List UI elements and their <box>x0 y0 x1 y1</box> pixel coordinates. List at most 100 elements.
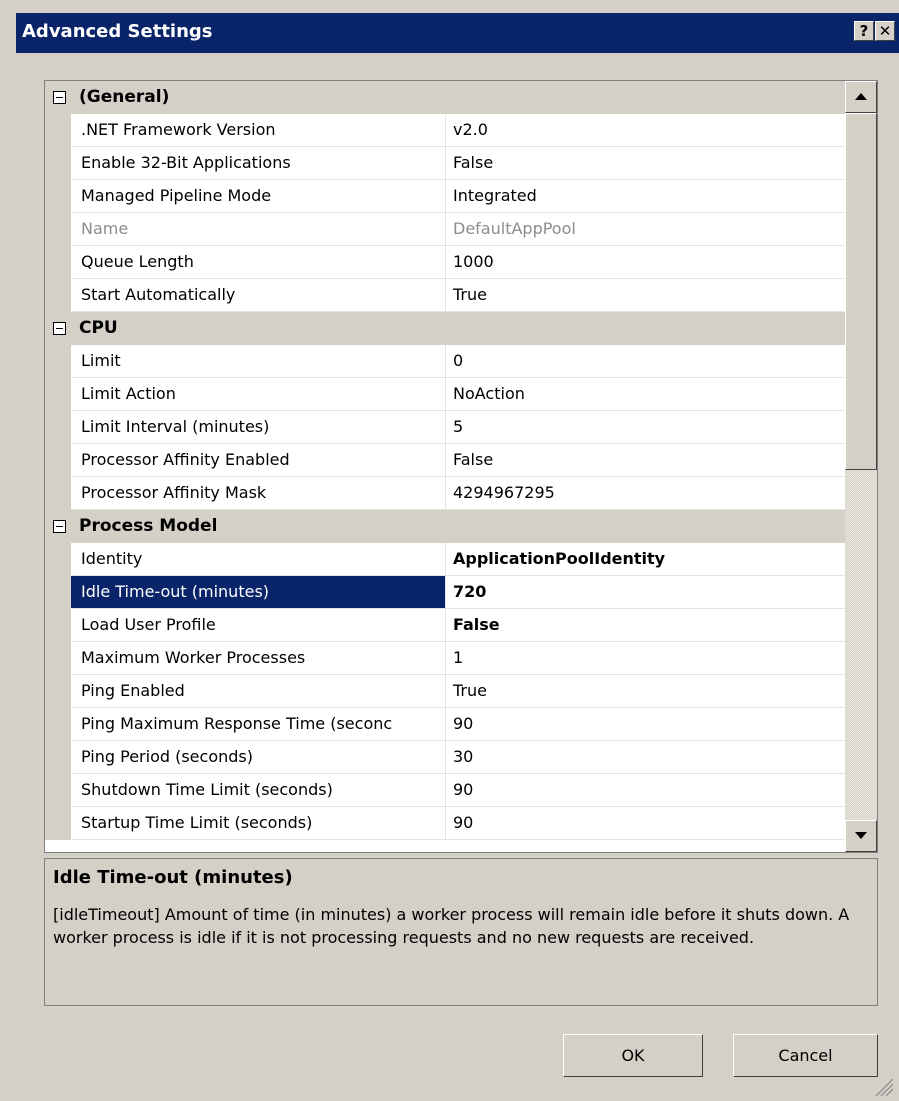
property-name-cell[interactable]: Startup Time Limit (seconds) <box>71 807 446 840</box>
property-name-cell[interactable]: Maximum Worker Processes <box>71 642 446 675</box>
scroll-down-button[interactable] <box>845 820 877 852</box>
property-name-cell[interactable]: Limit Interval (minutes) <box>71 411 446 444</box>
category-row[interactable]: (General) <box>45 81 845 114</box>
property-value-cell[interactable]: NoAction <box>446 378 845 411</box>
property-name-cell[interactable]: Ping Maximum Response Time (seconc <box>71 708 446 741</box>
property-value: 1 <box>453 648 464 667</box>
cancel-button[interactable]: Cancel <box>733 1034 878 1077</box>
row-margin <box>45 378 71 411</box>
property-row[interactable]: Ping Period (seconds) 30 <box>45 741 845 774</box>
property-name-cell[interactable]: Load User Profile <box>71 609 446 642</box>
property-row[interactable]: Queue Length 1000 <box>45 246 845 279</box>
property-value: False <box>453 615 500 634</box>
property-value-cell[interactable]: 90 <box>446 807 845 840</box>
property-value-cell[interactable]: v2.0 <box>446 114 845 147</box>
property-value-cell[interactable]: 4294967295 <box>446 477 845 510</box>
resize-grip-icon[interactable] <box>872 1075 894 1097</box>
row-margin <box>45 411 71 444</box>
property-row[interactable]: Enable 32-Bit Applications False <box>45 147 845 180</box>
property-row[interactable]: Limit Action NoAction <box>45 378 845 411</box>
property-name-cell[interactable]: Enable 32-Bit Applications <box>71 147 446 180</box>
vertical-scrollbar[interactable] <box>845 81 877 852</box>
property-row[interactable]: Managed Pipeline Mode Integrated <box>45 180 845 213</box>
property-name-cell[interactable]: Ping Period (seconds) <box>71 741 446 774</box>
scroll-up-button[interactable] <box>845 81 877 113</box>
description-text: [idleTimeout] Amount of time (in minutes… <box>53 905 850 947</box>
property-row[interactable]: Name DefaultAppPool <box>45 213 845 246</box>
help-button[interactable]: ? <box>854 21 874 41</box>
property-name-cell[interactable]: Managed Pipeline Mode <box>71 180 446 213</box>
property-name-cell[interactable]: Queue Length <box>71 246 446 279</box>
property-row[interactable]: Startup Time Limit (seconds) 90 <box>45 807 845 840</box>
property-name-cell[interactable]: Idle Time-out (minutes) <box>71 576 446 609</box>
property-value-cell[interactable]: 720 <box>446 576 845 609</box>
property-name: Idle Time-out (minutes) <box>81 582 270 601</box>
property-row[interactable]: Idle Time-out (minutes) 720 <box>45 576 845 609</box>
close-button[interactable]: ✕ <box>875 21 895 41</box>
collapse-icon[interactable] <box>53 520 66 533</box>
property-row[interactable]: Shutdown Time Limit (seconds) 90 <box>45 774 845 807</box>
property-value-cell[interactable]: True <box>446 279 845 312</box>
property-value-cell[interactable]: 30 <box>446 741 845 774</box>
property-row[interactable]: Load User Profile False <box>45 609 845 642</box>
property-value: True <box>453 285 487 304</box>
property-name-cell[interactable]: Shutdown Time Limit (seconds) <box>71 774 446 807</box>
ok-button[interactable]: OK <box>563 1034 703 1077</box>
property-row[interactable]: Identity ApplicationPoolIdentity <box>45 543 845 576</box>
property-value: True <box>453 681 487 700</box>
property-name: Managed Pipeline Mode <box>81 186 272 205</box>
property-value: NoAction <box>453 384 525 403</box>
property-grid: (General) .NET Framework Version v2.0 Enabl… <box>44 80 878 853</box>
property-name-cell[interactable]: Identity <box>71 543 446 576</box>
property-value-cell[interactable]: Integrated <box>446 180 845 213</box>
property-row[interactable]: Processor Affinity Enabled False <box>45 444 845 477</box>
property-name-cell[interactable]: Processor Affinity Mask <box>71 477 446 510</box>
category-row[interactable]: CPU <box>45 312 845 345</box>
property-value-cell[interactable]: True <box>446 675 845 708</box>
property-name: Maximum Worker Processes <box>81 648 306 667</box>
property-value: Integrated <box>453 186 537 205</box>
property-value-cell[interactable]: 90 <box>446 708 845 741</box>
property-value-cell[interactable]: False <box>446 609 845 642</box>
scroll-thumb[interactable] <box>845 113 877 470</box>
category-row[interactable]: Process Model <box>45 510 845 543</box>
property-name-cell[interactable]: Name <box>71 213 446 246</box>
property-value-cell[interactable]: 90 <box>446 774 845 807</box>
description-title: Idle Time-out (minutes) <box>53 867 293 888</box>
property-name-cell[interactable]: Start Automatically <box>71 279 446 312</box>
property-value-cell[interactable]: False <box>446 147 845 180</box>
property-name-cell[interactable]: .NET Framework Version <box>71 114 446 147</box>
row-margin <box>45 642 71 675</box>
title-bar[interactable]: Advanced Settings ? ✕ <box>16 13 899 53</box>
property-row[interactable]: Ping Maximum Response Time (seconc 90 <box>45 708 845 741</box>
property-name-cell[interactable]: Ping Enabled <box>71 675 446 708</box>
property-name: Load User Profile <box>81 615 216 634</box>
property-row[interactable]: Start Automatically True <box>45 279 845 312</box>
property-name: Limit <box>81 351 121 370</box>
property-name: Limit Interval (minutes) <box>81 417 270 436</box>
property-value-cell[interactable]: 1000 <box>446 246 845 279</box>
property-row[interactable]: Maximum Worker Processes 1 <box>45 642 845 675</box>
property-value-cell[interactable]: 5 <box>446 411 845 444</box>
collapse-icon[interactable] <box>53 322 66 335</box>
property-value: DefaultAppPool <box>453 219 576 238</box>
property-value: 0 <box>453 351 464 370</box>
property-value-cell[interactable]: 0 <box>446 345 845 378</box>
property-row[interactable]: Limit Interval (minutes) 5 <box>45 411 845 444</box>
property-name-cell[interactable]: Limit Action <box>71 378 446 411</box>
collapse-icon[interactable] <box>53 91 66 104</box>
property-row[interactable]: Processor Affinity Mask 4294967295 <box>45 477 845 510</box>
row-margin <box>45 609 71 642</box>
property-row[interactable]: Limit 0 <box>45 345 845 378</box>
property-name-cell[interactable]: Processor Affinity Enabled <box>71 444 446 477</box>
property-name: Ping Period (seconds) <box>81 747 253 766</box>
property-value-cell[interactable]: ApplicationPoolIdentity <box>446 543 845 576</box>
property-row[interactable]: Ping Enabled True <box>45 675 845 708</box>
property-value-cell[interactable]: 1 <box>446 642 845 675</box>
property-value-cell[interactable]: DefaultAppPool <box>446 213 845 246</box>
advanced-settings-dialog: Advanced Settings ? ✕ (General) .NET Fram… <box>0 0 899 1101</box>
property-row[interactable]: .NET Framework Version v2.0 <box>45 114 845 147</box>
property-name-cell[interactable]: Limit <box>71 345 446 378</box>
property-value-cell[interactable]: False <box>446 444 845 477</box>
property-value: 5 <box>453 417 464 436</box>
